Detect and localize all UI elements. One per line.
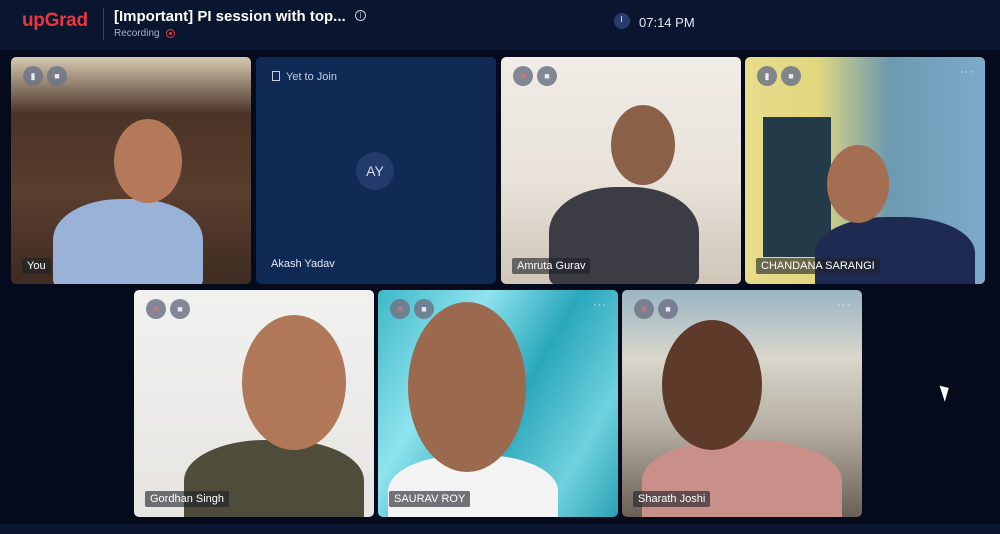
- participant-tile-you[interactable]: ▮ ■ You: [11, 57, 251, 284]
- participant-tile-gordhan-singh[interactable]: ✕ ■ Gordhan Singh: [134, 290, 374, 517]
- participant-name: You: [22, 258, 51, 274]
- controls-bar: [0, 524, 1000, 534]
- camera-icon[interactable]: ■: [170, 299, 190, 319]
- recording-label: Recording: [114, 28, 160, 39]
- yet-to-join-status: Yet to Join: [272, 71, 337, 83]
- participant-name: Amruta Gurav: [512, 258, 591, 274]
- participant-name: Akash Yadav: [271, 258, 335, 270]
- camera-icon[interactable]: ■: [414, 299, 434, 319]
- mic-muted-icon[interactable]: ✕: [390, 299, 410, 319]
- participant-tile-sharath-joshi[interactable]: ✕ ■ ··· Sharath Joshi: [622, 290, 862, 517]
- participant-name: CHANDANA SARANGI: [756, 258, 880, 274]
- video-feed: [745, 57, 985, 284]
- video-feed: [622, 290, 862, 517]
- video-feed: [134, 290, 374, 517]
- mic-muted-icon[interactable]: ✕: [146, 299, 166, 319]
- more-icon[interactable]: ···: [593, 299, 607, 311]
- camera-icon[interactable]: ■: [537, 66, 557, 86]
- session-title: [Important] PI session with top...: [114, 8, 346, 25]
- video-feed: [11, 57, 251, 284]
- participant-tile-saurav-roy[interactable]: ✕ ■ ··· SAURAV ROY: [378, 290, 618, 517]
- more-icon[interactable]: ···: [837, 299, 851, 311]
- camera-icon[interactable]: ■: [47, 66, 67, 86]
- door-icon: [272, 71, 280, 81]
- camera-icon[interactable]: ■: [781, 66, 801, 86]
- mic-icon[interactable]: ▮: [757, 66, 777, 86]
- participant-name: Sharath Joshi: [633, 491, 711, 507]
- participant-name: SAURAV ROY: [389, 491, 471, 507]
- avatar: AY: [356, 152, 394, 190]
- camera-icon[interactable]: ■: [658, 299, 678, 319]
- header-divider: [103, 8, 104, 40]
- cursor-icon: [939, 383, 953, 402]
- participant-tile-chandana-sarangi[interactable]: ▮ ■ ··· CHANDANA SARANGI: [745, 57, 985, 284]
- more-icon[interactable]: ···: [716, 66, 730, 78]
- mic-muted-icon[interactable]: ✕: [634, 299, 654, 319]
- participant-tile-akash-yadav[interactable]: Yet to Join AY Akash Yadav: [256, 57, 496, 284]
- recording-indicator-icon: [166, 29, 175, 38]
- status-label: Yet to Join: [286, 71, 337, 83]
- participant-tile-amruta-gurav[interactable]: ✕ ■ ··· Amruta Gurav: [501, 57, 741, 284]
- video-feed: [378, 290, 618, 517]
- mic-icon[interactable]: ▮: [23, 66, 43, 86]
- top-bar: upGrad [Important] PI session with top..…: [0, 0, 1000, 50]
- upgrad-logo: upGrad: [22, 10, 88, 31]
- video-feed: [501, 57, 741, 284]
- mic-muted-icon[interactable]: ✕: [513, 66, 533, 86]
- session-time: 07:14 PM: [639, 15, 695, 30]
- clock-icon: [614, 13, 630, 29]
- info-icon[interactable]: i: [355, 10, 366, 21]
- more-icon[interactable]: ···: [960, 66, 974, 78]
- participant-name: Gordhan Singh: [145, 491, 229, 507]
